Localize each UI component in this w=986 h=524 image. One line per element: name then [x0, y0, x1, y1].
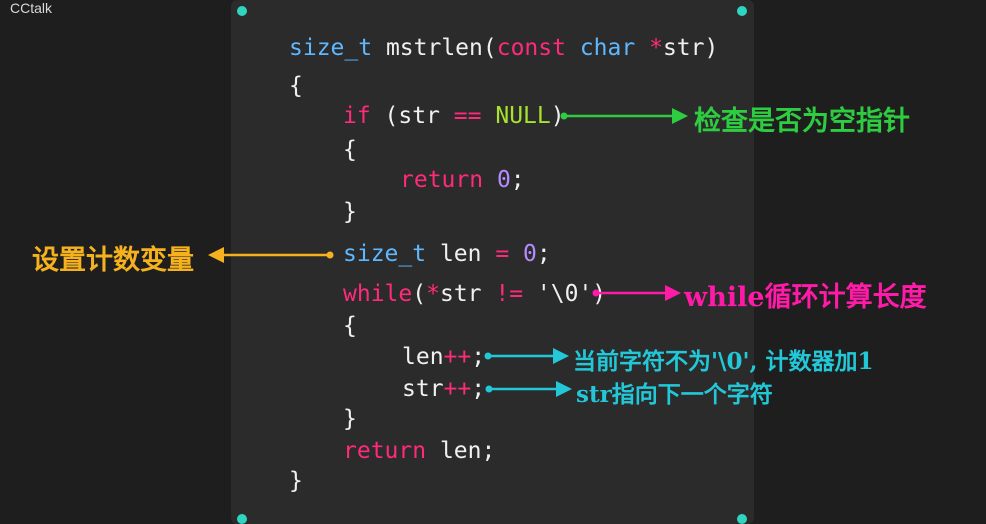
- arrow-str-increment: [485, 381, 572, 397]
- arrow-while-loop: [592, 285, 681, 301]
- arrow-set-counter: [208, 247, 334, 263]
- annotation-null-check: 检查是否为空指针: [694, 106, 910, 137]
- annotation-while-loop: while循环计算长度: [684, 282, 927, 313]
- arrow-len-increment: [484, 348, 569, 364]
- arrow-null-check: [560, 108, 688, 124]
- annotation-str-increment: str指向下一个字符: [576, 381, 773, 408]
- annotation-len-increment: 当前字符不为'\0', 计数器加1: [573, 348, 874, 375]
- annotation-set-counter: 设置计数变量: [32, 245, 194, 276]
